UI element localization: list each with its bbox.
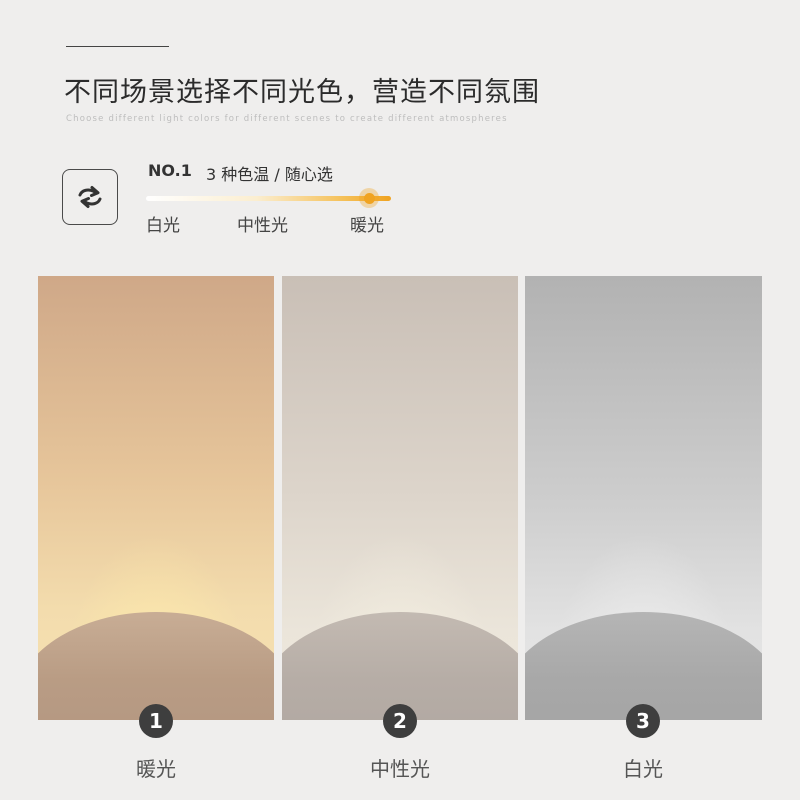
panel-number-badge: 1: [139, 704, 173, 738]
feature-text: 3 种色温 / 随心选: [206, 165, 333, 184]
white-light-photo: [525, 276, 762, 720]
warm-light-photo: [38, 276, 274, 720]
top-divider: [66, 46, 169, 47]
feature-number: NO.1: [148, 161, 192, 180]
slider-label-white: 白光: [146, 216, 180, 236]
panel-label-warm: 暖光: [136, 757, 176, 781]
slider-label-neutral: 中性光: [237, 216, 288, 236]
panel-label-white: 白光: [623, 757, 663, 781]
panel-number-badge: 3: [626, 704, 660, 738]
page-subtitle: Choose different light colors for differ…: [66, 114, 508, 124]
slider-label-warm: 暖光: [350, 216, 384, 236]
color-temperature-slider-track[interactable]: [146, 196, 391, 201]
color-temperature-slider-knob[interactable]: [359, 188, 379, 208]
switch-arrows-icon: [62, 169, 118, 225]
panel-number-badge: 2: [383, 704, 417, 738]
neutral-light-photo: [282, 276, 518, 720]
panel-label-neutral: 中性光: [370, 757, 430, 781]
page-title: 不同场景选择不同光色，营造不同氛围: [64, 77, 540, 108]
